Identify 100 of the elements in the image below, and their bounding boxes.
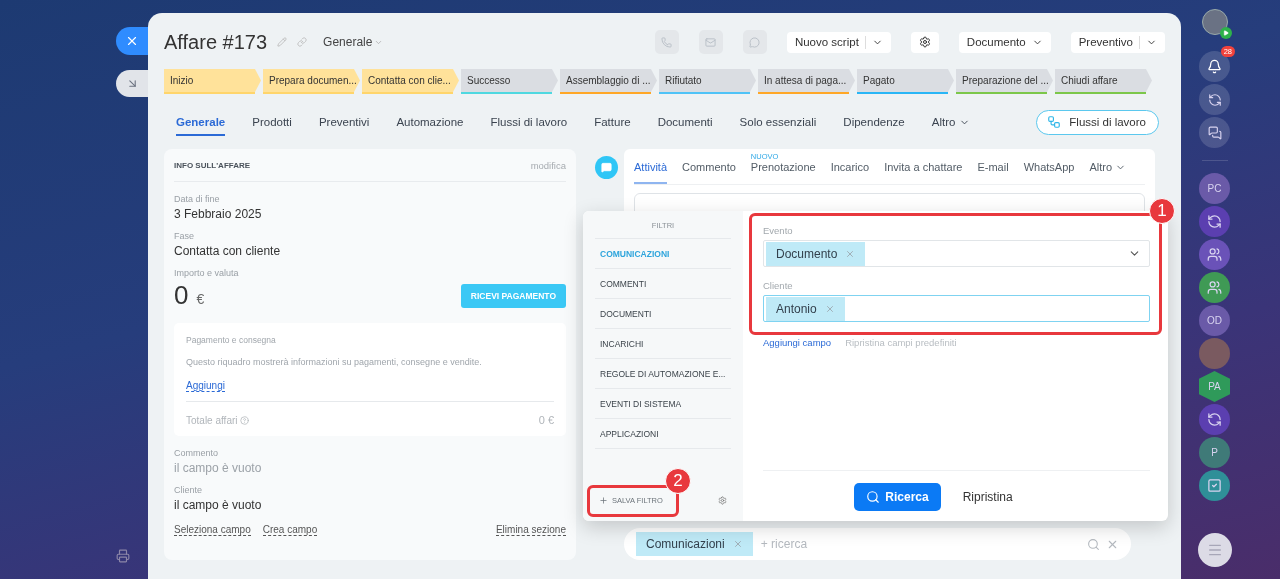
minimize-button[interactable] [116,70,148,97]
filter-item[interactable]: APPLICAZIONI [595,419,731,449]
workflow-icon [1047,115,1062,129]
stage-step[interactable]: Successo [461,69,558,92]
chat-icon[interactable] [1199,117,1230,148]
user-initials-avatar[interactable]: OD [1199,305,1230,336]
filter-item[interactable]: EVENTI DI SISTEMA [595,389,731,419]
activity-tab[interactable]: Altro [1089,161,1126,184]
printer-icon[interactable] [116,549,130,563]
currency-symbol: € [196,291,205,307]
category-dropdown[interactable]: Generale [323,35,384,49]
field-label: Data di fine [174,194,221,204]
filter-item[interactable]: COMMENTI [595,269,731,299]
payment-text: Questo riquadro mostrerà informazioni su pagamenti, consegne e vendite. [186,357,483,367]
tab[interactable]: Automazione [396,108,464,136]
field-value: 3 Febbraio 2025 [174,207,263,221]
stage-step[interactable]: Pagato [857,69,954,92]
search-button[interactable]: Ricerca [854,483,941,511]
activity-tab[interactable]: Commento [682,161,736,184]
field-value: il campo è vuoto [174,498,263,512]
settings-button[interactable] [910,31,939,53]
value-tag: Documento [766,241,866,266]
tab[interactable]: Documenti [657,108,713,136]
annotation-number: 2 [664,468,691,494]
stage-step[interactable]: In attesa di paga... [758,69,855,92]
field-link[interactable]: Crea campo [262,524,318,536]
tab[interactable]: Solo essenziali [739,108,817,136]
field-label: Importo e valuta [174,268,240,278]
document-button[interactable]: Documento [958,31,1051,53]
stage-step[interactable]: Rifiutato [659,69,756,92]
tab[interactable]: Dipendenze [843,108,905,136]
card-title: INFO SULL'AFFARE [174,160,251,170]
field-value: Contatta con cliente [174,244,282,258]
menu-button[interactable] [1197,533,1232,567]
filter-field-label: Cliente [763,280,794,291]
filter-field-label: Evento [763,225,794,236]
field-label: Commento [174,448,219,458]
remove-icon[interactable] [732,539,743,549]
group-icon[interactable] [1199,239,1230,270]
field-label: Cliente [174,485,203,495]
delete-section-link[interactable]: Elimina sezione [495,524,566,536]
settings-icon [918,36,931,48]
tab[interactable]: Prodotti [252,108,292,136]
script-button[interactable]: Nuovo script [786,31,891,53]
sync-icon[interactable] [1199,84,1230,115]
estimate-button[interactable]: Preventivo [1070,31,1165,53]
close-icon [125,34,139,48]
stage-step[interactable]: Contatta con clie... [362,69,459,92]
tab[interactable]: Fatture [594,108,631,136]
bell-icon [1207,59,1222,74]
stage-step[interactable]: Chiudi affare [1055,69,1152,92]
add-field-link[interactable]: Aggiungi campo [763,337,832,348]
menu-icon [1206,542,1223,558]
filter-field[interactable]: Antonio [763,295,1150,322]
settings-icon[interactable] [718,496,727,505]
tab[interactable]: Generale [176,108,226,136]
filter-tag: Comunicazioni [636,532,753,556]
user-initials-avatar[interactable]: PC [1199,173,1230,204]
field-label: Fase [174,231,195,241]
search-bar[interactable]: Comunicazioni + ricerca [624,528,1131,560]
tab[interactable]: Preventivi [318,108,370,136]
total-label: Totale affari [186,414,238,426]
add-link[interactable]: Aggiungi [186,380,225,392]
search-icon[interactable] [1087,537,1100,551]
group-icon[interactable] [1199,272,1230,303]
user-initials-avatar[interactable]: P [1199,437,1230,468]
field-value: il campo è vuoto [174,461,263,475]
activity-tab[interactable]: Attività [634,161,667,184]
field-link[interactable]: Seleziona campo [174,524,251,536]
activity-tab[interactable]: Invita a chattare [884,161,963,184]
payment-title: Pagamento e consegna [186,335,277,345]
remove-icon[interactable] [824,303,835,314]
activity-tab[interactable]: Incarico [830,161,870,184]
reset-button[interactable]: Ripristina [956,489,1019,505]
stage-step[interactable]: Prepara documen... [263,69,360,92]
value-tag: Antonio [766,296,845,321]
sync-icon[interactable] [1199,404,1230,435]
search-icon [866,490,881,504]
filter-item[interactable]: INCARICHI [595,329,731,359]
task-icon[interactable] [1199,470,1230,501]
stage-step[interactable]: Preparazione del ... [956,69,1053,92]
filter-item[interactable]: DOCUMENTI [595,299,731,329]
page-title: Affare #173 [164,30,268,54]
notification-button[interactable] [1199,51,1230,82]
stage-step[interactable]: Inizio [164,69,261,92]
chat-icon [594,156,618,179]
stage-step[interactable]: Assemblaggio di ... [560,69,657,92]
tab[interactable]: Flussi di lavoro [490,108,568,136]
close-button[interactable] [116,27,148,55]
play-icon [1219,27,1232,39]
annotation-number: 1 [1149,198,1175,224]
workflow-button[interactable]: Flussi di lavoro [1036,109,1159,135]
sync-icon[interactable] [1199,206,1230,237]
filter-field[interactable]: Documento [763,240,1150,267]
remove-icon[interactable] [845,248,856,259]
tab[interactable]: Altro [931,108,971,136]
activity-tab[interactable]: E-mail [977,161,1009,184]
filter-item[interactable]: REGOLE DI AUTOMAZIONE E... [595,359,731,389]
activity-tab[interactable]: WhatsApp [1023,161,1075,184]
amount-value: 0 [174,280,189,310]
